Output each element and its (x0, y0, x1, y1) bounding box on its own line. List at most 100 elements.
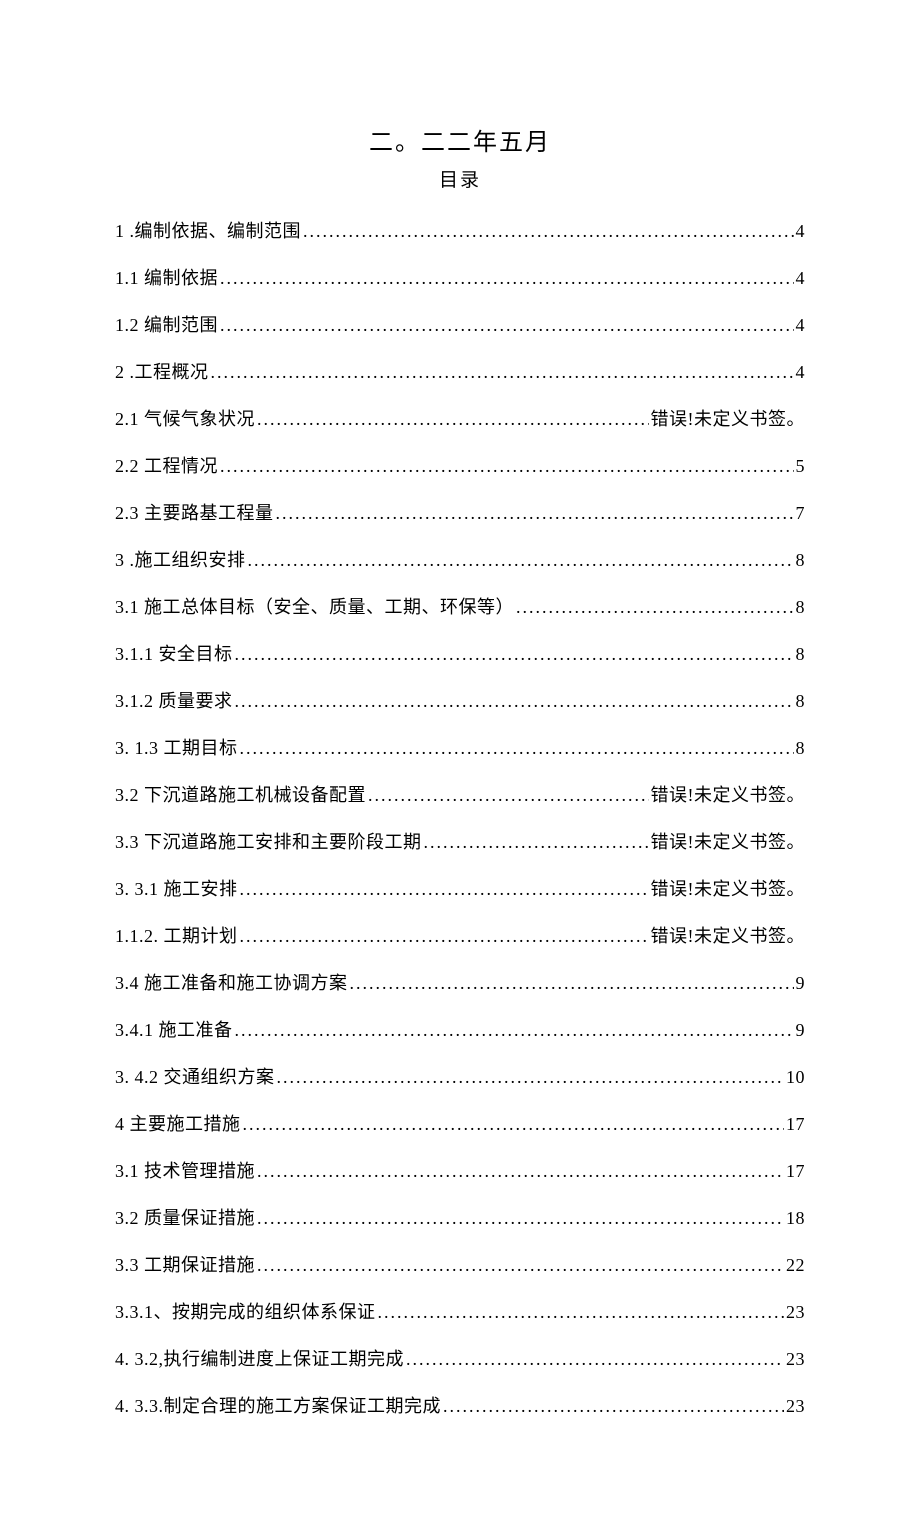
toc-leader-dots (235, 1017, 794, 1044)
toc-entry-page: 错误!未定义书签。 (651, 782, 806, 809)
toc-entry-label: 2.1 气候气象状况 (115, 406, 255, 433)
toc-entry-page: 4 (796, 312, 806, 339)
toc-entry: 3.1.1 安全目标 8 (115, 641, 805, 668)
toc-entry: 3.2 质量保证措施 18 (115, 1205, 805, 1232)
toc-leader-dots (248, 547, 794, 574)
toc-leader-dots (516, 594, 794, 621)
toc-leader-dots (368, 782, 649, 809)
toc-entry: 1.2 编制范围 4 (115, 312, 805, 339)
toc-leader-dots (424, 829, 649, 856)
toc-entry: 3.4.1 施工准备9 (115, 1017, 805, 1044)
toc-leader-dots (257, 1205, 784, 1232)
toc-entry-label: 2.2 工程情况 (115, 453, 218, 480)
toc-leader-dots (235, 641, 794, 668)
toc-entry-page: 4 (796, 265, 806, 292)
toc-entry: 3. 3.1 施工安排 错误!未定义书签。 (115, 876, 805, 903)
toc-entry-page: 4 (796, 359, 806, 386)
toc-entry-label: 2.3 主要路基工程量 (115, 500, 274, 527)
toc-entry: 1 .编制依据、编制范围 4 (115, 218, 805, 245)
toc-entry-page: 17 (786, 1158, 805, 1185)
toc-entry-page: 9 (796, 970, 806, 997)
toc-entry: 2.2 工程情况 5 (115, 453, 805, 480)
toc-entry: 3 .施工组织安排 8 (115, 547, 805, 574)
toc-entry: 3.1.2 质量要求 8 (115, 688, 805, 715)
toc-entry: 2.3 主要路基工程量 7 (115, 500, 805, 527)
toc-entry-label: 1.1.2. 工期计划 (115, 923, 238, 950)
toc-entry-label: 1.1 编制依据 (115, 265, 218, 292)
toc-entry-label: 3.1 施工总体目标（安全、质量、工期、环保等） (115, 594, 514, 621)
toc-entry-page: 8 (796, 688, 806, 715)
toc-entry-label: 3. 1.3 工期目标 (115, 735, 238, 762)
toc-entry: 1.1 编制依据 4 (115, 265, 805, 292)
toc-entry: 4. 3.3.制定合理的施工方案保证工期完成 23 (115, 1393, 805, 1420)
toc-entry: 4. 3.2,执行编制进度上保证工期完成 23 (115, 1346, 805, 1373)
toc-entry-page: 错误!未定义书签。 (651, 406, 806, 433)
toc-entry-page: 10 (786, 1064, 805, 1091)
toc-leader-dots (220, 312, 794, 339)
toc-leader-dots (276, 500, 794, 527)
toc-entry-page: 8 (796, 547, 806, 574)
toc-entry-page: 23 (786, 1393, 805, 1420)
toc-entry-page: 8 (796, 735, 806, 762)
document-subtitle: 目录 (115, 167, 805, 196)
toc-entry: 3.2 下沉道路施工机械设备配置 错误!未定义书签。 (115, 782, 805, 809)
toc-entry-label: 3.1.1 安全目标 (115, 641, 233, 668)
toc-entry-label: 4. 3.3.制定合理的施工方案保证工期完成 (115, 1393, 441, 1420)
toc-entry: 3.4 施工准备和施工协调方案 9 (115, 970, 805, 997)
toc-entry-label: 3 .施工组织安排 (115, 547, 246, 574)
toc-entry: 4 主要施工措施 17 (115, 1111, 805, 1138)
toc-leader-dots (235, 688, 794, 715)
table-of-contents: 1 .编制依据、编制范围41.1 编制依据 41.2 编制范围 42 .工程概况… (115, 218, 805, 1420)
toc-leader-dots (257, 1252, 784, 1279)
toc-entry-label: 3.4 施工准备和施工协调方案 (115, 970, 348, 997)
toc-leader-dots (257, 1158, 784, 1185)
toc-entry-label: 4. 3.2,执行编制进度上保证工期完成 (115, 1346, 404, 1373)
toc-entry-label: 3.4.1 施工准备 (115, 1017, 233, 1044)
toc-entry-page: 8 (796, 641, 806, 668)
toc-leader-dots (240, 735, 794, 762)
toc-entry: 3.3 下沉道路施工安排和主要阶段工期 错误!未定义书签。 (115, 829, 805, 856)
toc-entry-page: 18 (786, 1205, 805, 1232)
toc-entry-page: 17 (786, 1111, 805, 1138)
toc-leader-dots (257, 406, 649, 433)
toc-entry-label: 4 主要施工措施 (115, 1111, 241, 1138)
toc-entry-label: 3. 4.2 交通组织方案 (115, 1064, 275, 1091)
toc-entry-page: 8 (796, 594, 806, 621)
toc-entry-page: 23 (786, 1346, 805, 1373)
toc-entry: 3.3.1、按期完成的组织体系保证 23 (115, 1299, 805, 1326)
toc-entry-label: 3. 3.1 施工安排 (115, 876, 238, 903)
toc-entry-page: 错误!未定义书签。 (651, 829, 806, 856)
toc-leader-dots (406, 1346, 784, 1373)
toc-entry-page: 22 (786, 1252, 805, 1279)
toc-leader-dots (303, 218, 794, 245)
toc-entry-page: 错误!未定义书签。 (651, 923, 806, 950)
toc-entry: 2 .工程概况 4 (115, 359, 805, 386)
toc-leader-dots (211, 359, 794, 386)
toc-entry: 3.1 技术管理措施 17 (115, 1158, 805, 1185)
toc-entry-label: 3.3 工期保证措施 (115, 1252, 255, 1279)
document-title: 二。二二年五月 (115, 125, 805, 161)
toc-entry: 1.1.2. 工期计划 错误!未定义书签。 (115, 923, 805, 950)
toc-entry: 3. 1.3 工期目标 8 (115, 735, 805, 762)
toc-entry-label: 3.3 下沉道路施工安排和主要阶段工期 (115, 829, 422, 856)
toc-entry-label: 1 .编制依据、编制范围 (115, 218, 301, 245)
toc-leader-dots (240, 876, 649, 903)
toc-entry-label: 1.2 编制范围 (115, 312, 218, 339)
toc-entry-label: 3.2 质量保证措施 (115, 1205, 255, 1232)
toc-leader-dots (378, 1299, 785, 1326)
toc-entry-page: 5 (796, 453, 806, 480)
toc-entry-page: 23 (786, 1299, 805, 1326)
toc-entry-page: 7 (796, 500, 806, 527)
toc-entry-label: 3.3.1、按期完成的组织体系保证 (115, 1299, 376, 1326)
toc-entry: 3. 4.2 交通组织方案 10 (115, 1064, 805, 1091)
toc-entry-label: 3.2 下沉道路施工机械设备配置 (115, 782, 366, 809)
toc-leader-dots (243, 1111, 785, 1138)
toc-entry-page: 错误!未定义书签。 (651, 876, 806, 903)
toc-leader-dots (220, 265, 794, 292)
toc-leader-dots (443, 1393, 784, 1420)
toc-entry-label: 3.1.2 质量要求 (115, 688, 233, 715)
toc-leader-dots (277, 1064, 785, 1091)
toc-leader-dots (220, 453, 794, 480)
toc-leader-dots (350, 970, 794, 997)
toc-entry-page: 4 (796, 218, 806, 245)
